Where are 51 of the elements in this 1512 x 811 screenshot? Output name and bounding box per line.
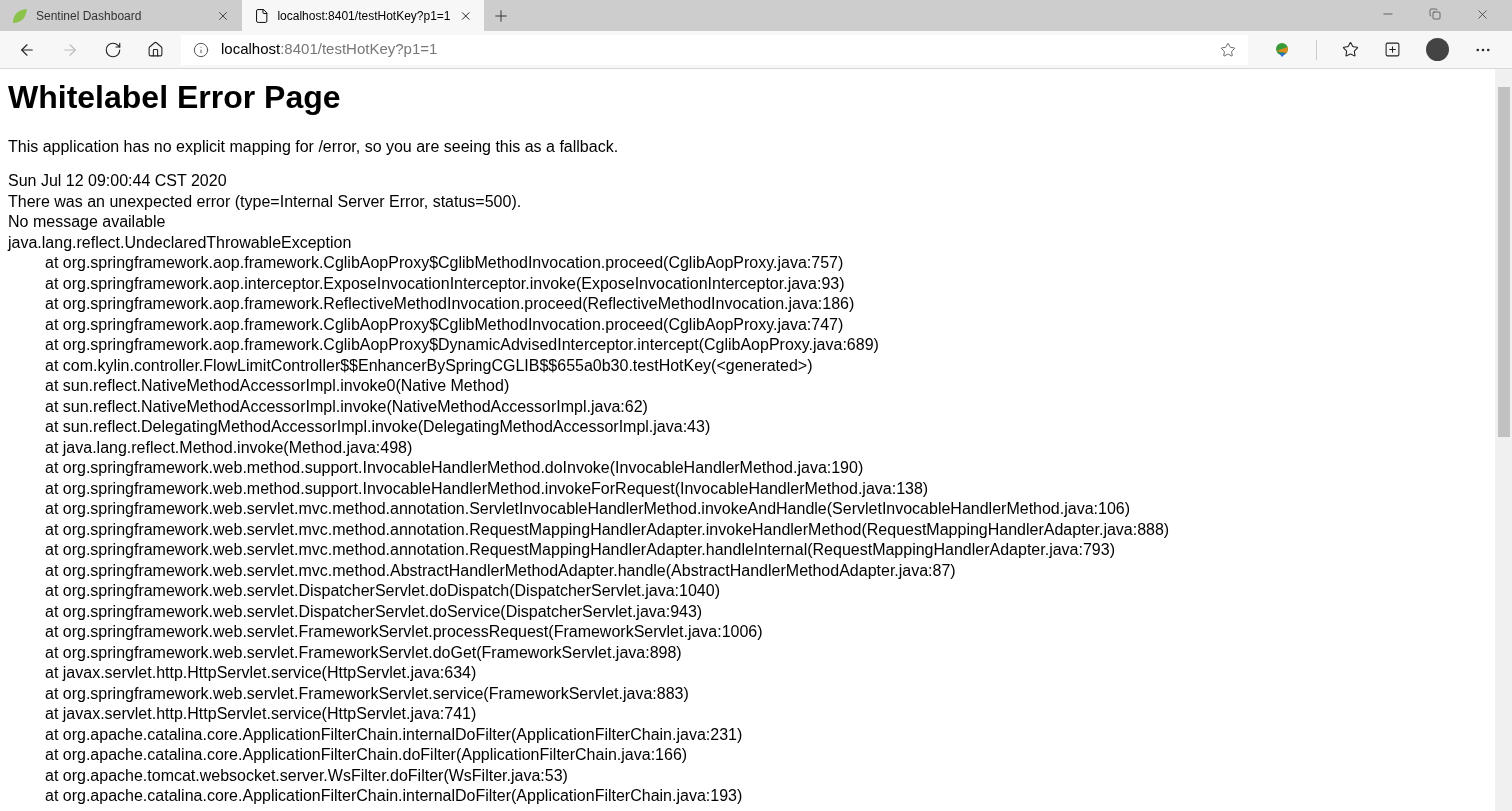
stack-frame: at org.springframework.web.servlet.mvc.method.AbstractHandlerMethodAdapter.handle(AbstractHandlerMethodAdapter.java:87) <box>8 560 1487 581</box>
browser-tab[interactable]: localhost:8401/testHotKey?p1=1 <box>242 0 484 31</box>
error-line: No message available <box>8 212 167 232</box>
intro-text: This application has no explicit mapping for /error, so you are seeing this as a fallback. <box>8 137 620 157</box>
stack-frame: at org.springframework.aop.interceptor.ExposeInvocationInterceptor.invoke(ExposeInvocationInterceptor.java:93) <box>8 273 1487 294</box>
stack-frame: at javax.servlet.http.HttpServlet.service(HttpServlet.java:634) <box>8 663 1487 684</box>
stack-frame: at sun.reflect.NativeMethodAccessorImpl.invoke(NativeMethodAccessorImpl.java:62) <box>8 396 1487 417</box>
stack-frame: at sun.reflect.DelegatingMethodAccessorImpl.invoke(DelegatingMethodAccessorImpl.java:43) <box>8 417 1487 438</box>
stack-frame: at org.springframework.web.servlet.FrameworkServlet.service(FrameworkServlet.java:883) <box>8 683 1487 704</box>
stack-frame: at org.springframework.aop.framework.CglibAopProxy$DynamicAdvisedInterceptor.intercept(CglibAopProxy.java:689) <box>8 335 1487 356</box>
scrollbar-thumb[interactable] <box>1497 87 1510 437</box>
stack-frame: at javax.servlet.http.HttpServlet.service(HttpServlet.java:741) <box>8 704 1487 725</box>
favorite-star-icon[interactable] <box>1220 41 1236 58</box>
stack-frame: at org.apache.catalina.core.ApplicationFilterChain.internalDoFilter(ApplicationFilterChain.java:193) <box>8 786 1487 807</box>
stack-frame: at org.apache.tomcat.websocket.server.WsFilter.doFilter(WsFilter.java:53) <box>8 765 1487 786</box>
stack-frame: at org.springframework.web.servlet.mvc.method.annotation.ServletInvocableHandlerMethod.invokeAndHandle(ServletInvocableHandlerMethod.java:106) <box>8 499 1487 520</box>
collections-icon[interactable] <box>1384 41 1401 58</box>
stack-frame: at java.lang.reflect.Method.invoke(Method.java:498) <box>8 437 1487 458</box>
stack-frame: at com.kylin.controller.FlowLimitController$$EnhancerBySpringCGLIB$$655a0b30.testHotKey(<generated>) <box>8 355 1487 376</box>
favorites-list-icon[interactable] <box>1342 41 1359 58</box>
stack-frame: at org.springframework.aop.framework.CglibAopProxy$CglibMethodInvocation.proceed(CglibAopProxy.java:757) <box>8 253 1487 274</box>
home-icon[interactable] <box>147 41 164 58</box>
stack-frame: at org.apache.catalina.core.ApplicationFilterChain.internalDoFilter(ApplicationFilterChain.java:231) <box>8 724 1487 745</box>
stack-frame: at org.springframework.web.servlet.FrameworkServlet.processRequest(FrameworkServlet.java:1006) <box>8 622 1487 643</box>
profile-avatar[interactable] <box>1426 38 1449 61</box>
page-icon <box>254 7 270 24</box>
tab-title: Sentinel Dashboard <box>36 7 143 25</box>
error-line: There was an unexpected error (type=Internal Server Error, status=500). <box>8 191 523 212</box>
restore-icon[interactable] <box>1429 8 1441 20</box>
stack-frame: at org.springframework.aop.framework.CglibAopProxy$CglibMethodInvocation.proceed(CglibAopProxy.java:747) <box>8 314 1487 335</box>
info-icon <box>193 41 209 58</box>
error-line: java.lang.reflect.UndeclaredThrowableException <box>8 232 353 253</box>
reload-icon[interactable] <box>104 40 122 59</box>
stack-frame: at org.apache.catalina.core.ApplicationFilterChain.doFilter(ApplicationFilterChain.java:166) <box>8 745 1487 766</box>
stack-frame: at org.springframework.web.method.support.InvocableHandlerMethod.invokeForRequest(InvocableHandlerMethod.java:138) <box>8 478 1487 499</box>
stack-frame: at org.springframework.aop.framework.ReflectiveMethodInvocation.proceed(ReflectiveMethodInvocation.java:186) <box>8 294 1487 315</box>
stack-frame: at org.springframework.web.servlet.mvc.method.annotation.RequestMappingHandlerAdapter.handleInternal(RequestMappingHandlerAdapter.java:793) <box>8 540 1487 561</box>
leaf-icon <box>12 7 28 24</box>
stack-frame: at org.springframework.web.servlet.FrameworkServlet.doGet(FrameworkServlet.java:898) <box>8 642 1487 663</box>
stack-frame: at org.springframework.web.servlet.DispatcherServlet.doDispatch(DispatcherServlet.java:1040) <box>8 581 1487 602</box>
extension-icon[interactable] <box>1273 40 1291 59</box>
address-bar[interactable]: localhost:8401/testHotKey?p1=1 <box>181 34 1248 65</box>
stack-frame: at sun.reflect.NativeMethodAccessorImpl.invoke0(Native Method) <box>8 376 1487 397</box>
page-heading: Whitelabel Error Page <box>8 78 342 117</box>
url-text: localhost:8401/testHotKey?p1=1 <box>221 39 439 60</box>
stack-frame: at org.springframework.web.method.support.InvocableHandlerMethod.doInvoke(InvocableHandlerMethod.java:190) <box>8 458 1487 479</box>
error-line: Sun Jul 12 09:00:44 CST 2020 <box>8 171 228 191</box>
stack-frame: at org.springframework.web.servlet.DispatcherServlet.doService(DispatcherServlet.java:943) <box>8 601 1487 622</box>
scrollbar[interactable] <box>1495 69 1512 811</box>
stack-frame: at org.springframework.web.servlet.mvc.method.annotation.RequestMappingHandlerAdapter.invokeHandlerMethod(RequestMappingHandlerAdapter.java:888) <box>8 519 1487 540</box>
tab-title: localhost:8401/testHotKey?p1=1 <box>277 7 451 25</box>
